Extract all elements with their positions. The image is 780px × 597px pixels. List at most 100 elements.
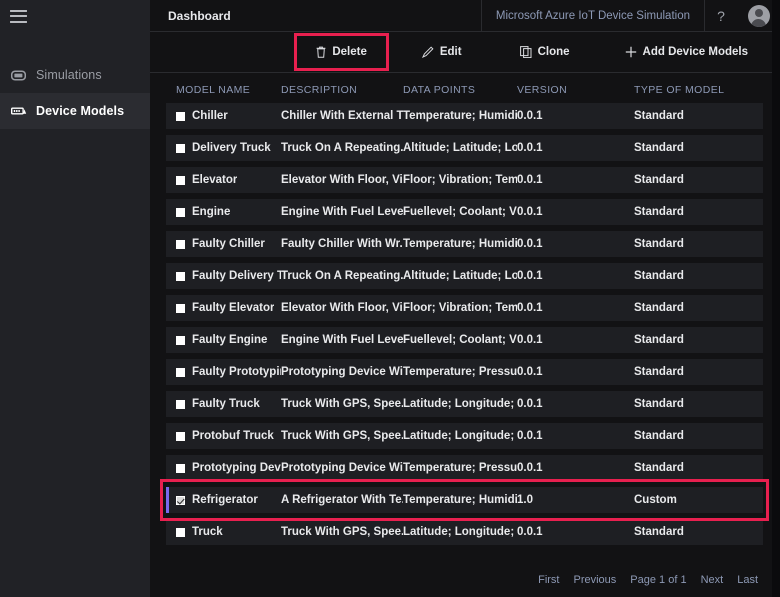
cell-version: 0.0.1 [517,398,543,410]
cell-description: Truck On A Repeating... [281,142,403,154]
table-header-row: MODEL NAME DESCRIPTION DATA POINTS VERSI… [166,73,780,103]
cell-version: 0.0.1 [517,174,543,186]
table-row[interactable]: Faulty Elevator Elevator With Floor, Vi..… [166,295,763,321]
sidebar-item-label: Device Models [36,104,125,118]
cell-data-points: Floor; Vibration; Temp... [403,174,517,186]
cell-description: Truck On A Repeating... [281,270,403,282]
table-row[interactable]: Protobuf Truck Truck With GPS, Spee... Lat… [166,423,763,449]
row-checkbox[interactable] [176,431,185,441]
cell-model-name: Faulty Prototypin... [192,366,281,378]
cell-version: 1.0 [517,494,533,506]
cell-type: Standard [634,334,684,346]
cell-type: Standard [634,398,684,410]
cell-data-points: Fuellevel; Coolant; Vib... [403,206,517,218]
pagination-bar: First Previous Page 1 of 1 Next Last [150,563,780,597]
row-checkbox[interactable] [176,367,185,377]
clone-button[interactable]: Clone [510,40,580,64]
cell-data-points: Temperature; Humidit... [403,110,517,122]
cell-description: Elevator With Floor, Vi... [281,174,403,186]
app-root: Simulations Device Models Dashboard Micr… [0,0,780,597]
trash-icon [316,46,326,58]
row-checkbox[interactable] [176,271,185,281]
cell-data-points: Floor; Vibration; Temp... [403,302,517,314]
pagination-previous[interactable]: Previous [574,574,617,586]
table-row[interactable]: Chiller Chiller With External T... Tempera… [166,103,763,129]
cell-version: 0.0.1 [517,462,543,474]
top-header: Dashboard Microsoft Azure IoT Device Sim… [150,0,780,32]
delete-button[interactable]: Delete [306,40,377,64]
cell-description: Prototyping Device Wi... [281,366,403,378]
row-checkbox[interactable] [176,175,185,185]
row-checkbox[interactable] [176,463,185,473]
table-row[interactable]: Engine Engine With Fuel Leve... Fuellevel;… [166,199,763,225]
cell-version: 0.0.1 [517,270,543,282]
cell-description: Truck With GPS, Spee... [281,526,403,538]
table-row[interactable]: Refrigerator A Refrigerator With Te... Tem… [166,487,763,513]
cell-description: Chiller With External T... [281,110,403,122]
help-icon[interactable]: ? [704,0,737,31]
cell-type: Standard [634,366,684,378]
hamburger-icon[interactable] [10,9,27,23]
cell-model-name: Elevator [192,174,238,186]
plus-icon [625,46,637,58]
cell-data-points: Altitude; Latitude; Lon... [403,142,517,154]
table-row[interactable]: Prototyping DevicePrototyping Device Wi.… [166,455,763,481]
table-row[interactable]: Faulty Prototypin...Prototyping Device W… [166,359,763,385]
cell-version: 0.0.1 [517,110,543,122]
row-checkbox[interactable] [176,111,185,121]
cell-description: Truck With GPS, Spee... [281,398,403,410]
pagination-next[interactable]: Next [701,574,724,586]
row-checkbox[interactable] [176,143,185,153]
row-checkbox[interactable] [176,303,185,313]
cell-version: 0.0.1 [517,238,543,250]
table-row[interactable]: Faulty Delivery Tr...Truck On A Repeatin… [166,263,763,289]
table-row[interactable]: Faulty Truck Truck With GPS, Spee... Latit… [166,391,763,417]
row-checkbox[interactable] [176,207,185,217]
row-checkbox[interactable] [176,399,185,409]
row-checkbox[interactable] [176,239,185,249]
pencil-icon [421,46,434,58]
cell-model-name: Faulty Chiller [192,238,265,250]
simulations-icon [10,68,27,82]
table-row[interactable]: Faulty Chiller Faulty Chiller With Wr... T… [166,231,763,257]
cell-version: 0.0.1 [517,206,543,218]
cell-model-name: Refrigerator [192,494,258,506]
edit-button-label: Edit [439,46,462,58]
row-checkbox[interactable] [176,527,185,537]
edit-button[interactable]: Edit [412,40,472,64]
cell-description: A Refrigerator With Te... [281,494,403,506]
cell-description: Engine With Fuel Leve... [281,334,403,346]
table-row[interactable]: Faulty Engine Engine With Fuel Leve... Fue… [166,327,763,353]
cell-model-name: Chiller [192,110,228,122]
cell-data-points: Latitude; Longitude; S... [403,398,517,410]
table-row[interactable]: Truck Truck With GPS, Spee... Latitude; Lo… [166,519,763,545]
column-header-description: DESCRIPTION [281,84,358,96]
cell-version: 0.0.1 [517,334,543,346]
app-name-label: Microsoft Azure IoT Device Simulation [480,0,704,31]
cell-model-name: Engine [192,206,231,218]
right-edge-strip [772,0,780,597]
device-models-icon [10,104,27,118]
cell-model-name: Faulty Elevator [192,302,275,314]
cell-model-name: Faulty Delivery Tr... [192,270,281,282]
pagination-first[interactable]: First [538,574,559,586]
table-row[interactable]: Delivery Truck Truck On A Repeating... Alt… [166,135,763,161]
row-checkbox[interactable] [176,335,185,345]
cell-description: Prototyping Device Wi... [281,462,403,474]
column-header-model-name: MODEL NAME [176,84,251,96]
add-device-models-button[interactable]: Add Device Models [615,40,758,64]
cell-model-name: Faulty Truck [192,398,260,410]
sidebar-item-label: Simulations [36,68,102,82]
pagination-last[interactable]: Last [737,574,758,586]
row-checkbox[interactable] [176,495,185,505]
column-header-version: VERSION [517,84,568,96]
cell-type: Standard [634,430,684,442]
cell-model-name: Protobuf Truck [192,430,274,442]
sidebar-item-simulations[interactable]: Simulations [0,57,150,93]
table-row[interactable]: Elevator Elevator With Floor, Vi... Floor;… [166,167,763,193]
cell-data-points: Altitude; Latitude; Lon... [403,270,517,282]
menu-toggle[interactable] [0,0,150,32]
cell-model-name: Delivery Truck [192,142,271,154]
sidebar: Simulations Device Models [0,0,150,597]
sidebar-item-device-models[interactable]: Device Models [0,93,150,129]
